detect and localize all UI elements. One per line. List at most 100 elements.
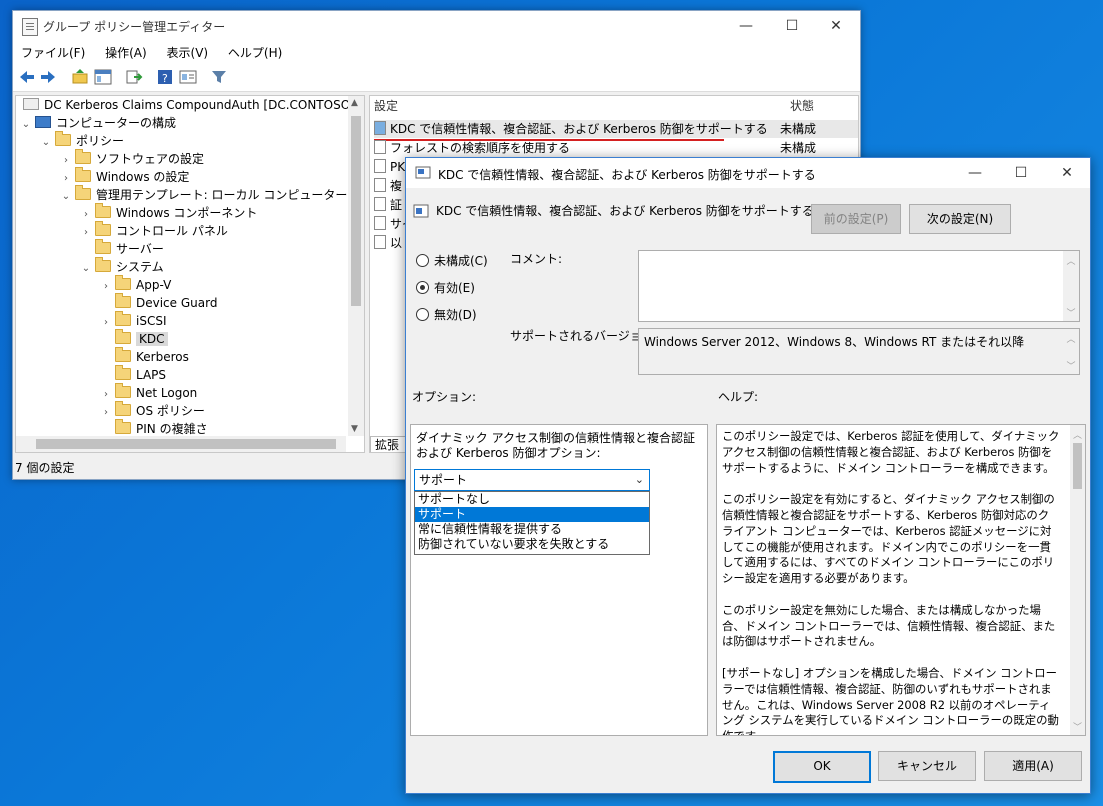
tree-vscrollbar[interactable]: ▲ ▼ [348, 96, 364, 436]
row-name: PK [390, 160, 406, 174]
folder-icon [115, 347, 131, 362]
radio-circle[interactable] [416, 254, 429, 267]
help-icon[interactable]: ? [156, 68, 174, 86]
chevron-down-icon[interactable]: ⌄ [635, 470, 644, 490]
export-icon[interactable] [125, 68, 143, 86]
collapse-icon[interactable]: ⌄ [60, 188, 72, 206]
list-row[interactable]: 以 [374, 234, 402, 252]
minimize-icon[interactable]: — [723, 11, 769, 41]
row-name: 証 [390, 198, 403, 212]
tree-hscroll-thumb[interactable] [36, 439, 336, 449]
tree-label: ポリシー [76, 134, 125, 148]
next-setting-button[interactable]: 次の設定(N) [909, 204, 1011, 234]
tree-control-panel[interactable]: › コントロール パネル [80, 221, 228, 240]
tree-label: コンピューターの構成 [56, 116, 177, 130]
tree-server[interactable]: サーバー [80, 239, 164, 258]
tree-label: PIN の複雑さ [136, 422, 208, 436]
tree-label-selected: KDC [136, 332, 168, 346]
list-row-forest[interactable]: フォレストの検索順序を使用する 未構成 [374, 139, 816, 157]
dropdown-item[interactable]: 常に信頼性情報を提供する [415, 522, 649, 537]
tree-laps[interactable]: LAPS [100, 365, 167, 384]
folder-icon [115, 329, 131, 344]
apply-button[interactable]: 適用(A) [984, 751, 1082, 781]
tree-policies[interactable]: ⌄ ポリシー [40, 131, 125, 152]
folder-icon [115, 275, 131, 290]
tree-vscroll-thumb[interactable] [351, 116, 361, 306]
folder-icon [95, 257, 111, 272]
tree-software-settings[interactable]: › ソフトウェアの設定 [60, 149, 204, 168]
menu-help[interactable]: ヘルプ(H) [220, 41, 290, 61]
col-state-header[interactable]: 状態 [790, 96, 814, 116]
combo-value: サポート [419, 473, 468, 487]
list-row[interactable]: PK [374, 158, 405, 176]
folder-icon [115, 365, 131, 380]
menu-view[interactable]: 表示(V) [159, 41, 217, 61]
dialog-minimize-icon[interactable]: — [952, 158, 998, 188]
menu-action[interactable]: 操作(A) [97, 41, 155, 61]
tree-label: LAPS [136, 368, 167, 382]
dialog-close-icon[interactable]: ✕ [1044, 158, 1090, 188]
supported-value: Windows Server 2012、Windows 8、Windows RT… [644, 335, 1025, 349]
list-row-kdc[interactable]: KDC で信頼性情報、複合認証、および Kerberos 防御をサポートする 未… [374, 120, 858, 138]
comment-field[interactable]: ︿ ﹀ [638, 250, 1080, 322]
cancel-button[interactable]: キャンセル [878, 751, 976, 781]
radio-disabled[interactable]: 無効(D) [416, 306, 477, 324]
tree-root[interactable]: DC Kerberos Claims CompoundAuth [DC.CONT… [20, 96, 365, 114]
help-scroll-thumb[interactable] [1073, 443, 1082, 489]
collapse-icon[interactable]: ⌄ [40, 134, 52, 152]
tree-hscrollbar[interactable] [16, 436, 346, 452]
dropdown-item-selected[interactable]: サポート [415, 507, 649, 522]
policy-icon [374, 140, 386, 154]
prev-setting-button[interactable]: 前の設定(P) [811, 204, 901, 234]
options-panel: ダイナミック アクセス制御の信頼性情報と複合認証および Kerberos 防御オ… [410, 424, 708, 736]
tree-iscsi[interactable]: › iSCSI [100, 311, 167, 330]
svg-text:?: ? [162, 72, 168, 85]
radio-label: 無効(D) [434, 308, 477, 322]
tree-computer-config[interactable]: ⌄ コンピューターの構成 [20, 114, 176, 132]
tree-system[interactable]: ⌄ システム [80, 257, 164, 278]
forward-icon[interactable] [39, 68, 57, 86]
policy-header-icon [413, 204, 429, 218]
armor-option-combo[interactable]: サポート ⌄ [414, 469, 650, 491]
tree-windows-components[interactable]: › Windows コンポーネント [80, 203, 257, 222]
list-row[interactable]: 複 [374, 177, 402, 195]
tree-windows-settings[interactable]: › Windows の設定 [60, 167, 189, 186]
collapse-icon[interactable]: ⌄ [20, 116, 32, 134]
comment-scrollbar[interactable]: ︿ ﹀ [1063, 251, 1079, 321]
properties-icon[interactable] [179, 68, 197, 86]
show-tree-icon[interactable] [94, 68, 112, 86]
radio-enabled[interactable]: 有効(E) [416, 279, 475, 297]
help-scrollbar[interactable]: ︿ ﹀ [1070, 425, 1085, 735]
gpo-icon [23, 98, 39, 110]
policy-icon [374, 121, 386, 135]
list-row[interactable]: 証 [374, 196, 402, 214]
collapse-icon[interactable]: ⌄ [80, 260, 92, 278]
radio-label: 未構成(C) [434, 254, 488, 268]
up-folder-icon[interactable] [71, 68, 89, 86]
gpm-titlebar[interactable]: グループ ポリシー管理エディター — ☐ ✕ [13, 11, 860, 41]
dialog-maximize-icon[interactable]: ☐ [998, 158, 1044, 188]
tree-os-policy[interactable]: › OS ポリシー [100, 401, 205, 420]
dropdown-item[interactable]: サポートなし [415, 492, 649, 507]
radio-not-configured[interactable]: 未構成(C) [416, 252, 488, 270]
back-icon[interactable] [18, 68, 36, 86]
close-icon[interactable]: ✕ [813, 11, 859, 41]
supported-scrollbar[interactable]: ︿ ﹀ [1063, 329, 1079, 374]
tree-kdc[interactable]: KDC [100, 329, 168, 348]
radio-circle-checked[interactable] [416, 281, 429, 294]
tree-appv[interactable]: › App-V [100, 275, 171, 294]
tree-device-guard[interactable]: Device Guard [100, 293, 217, 312]
tree-netlogon[interactable]: › Net Logon [100, 383, 197, 402]
dialog-titlebar[interactable]: KDC で信頼性情報、複合認証、および Kerberos 防御をサポートする —… [406, 158, 1090, 188]
tree-admin-templates[interactable]: ⌄ 管理用テンプレート: ローカル コンピューターから取得した [60, 185, 364, 206]
menu-file[interactable]: ファイル(F) [13, 41, 93, 61]
filter-icon[interactable] [210, 68, 228, 86]
maximize-icon[interactable]: ☐ [769, 11, 815, 41]
radio-circle[interactable] [416, 308, 429, 321]
ok-button[interactable]: OK [773, 751, 871, 783]
tree-kerberos[interactable]: Kerberos [100, 347, 189, 366]
col-setting-header[interactable]: 設定 [374, 96, 398, 116]
policy-icon [374, 197, 386, 211]
tree-root-label: DC Kerberos Claims CompoundAuth [DC.CONT… [44, 98, 365, 112]
dropdown-item[interactable]: 防御されていない要求を失敗とする [415, 537, 649, 552]
